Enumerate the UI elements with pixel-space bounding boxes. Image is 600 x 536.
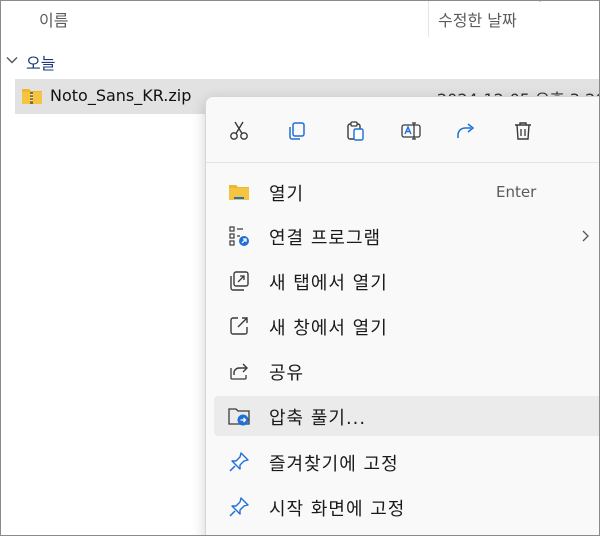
share-icon [228, 360, 250, 382]
paste-icon [347, 121, 364, 141]
menu-item-pin-start[interactable]: 시작 화면에 고정 [214, 487, 599, 527]
menu-item-label: 압축 풀기... [269, 408, 367, 429]
delete-button[interactable] [507, 115, 539, 147]
menu-item-pin-quick-access[interactable]: 즐겨찾기에 고정 [214, 442, 599, 482]
menu-item-label: 즐겨찾기에 고정 [269, 454, 399, 475]
menu-item-share[interactable]: 공유 [214, 351, 599, 391]
zip-folder-icon [22, 89, 42, 104]
file-name: Noto_Sans_KR.zip [50, 86, 192, 105]
chevron-right-icon [582, 230, 589, 242]
file-explorer-window: 이름 수정한 날짜 오늘 Noto_Sans_KR.zip 2024-12-05… [0, 0, 600, 536]
menu-item-shortcut: Enter [496, 183, 537, 201]
new-window-icon [228, 315, 250, 337]
menu-item-label: 시작 화면에 고정 [269, 499, 406, 520]
rename-button[interactable] [395, 115, 427, 147]
menu-item-open-new-window[interactable]: 새 창에서 열기 [214, 306, 599, 346]
context-menu-toolbar [206, 97, 599, 161]
menu-item-label: 공유 [269, 363, 305, 384]
sort-descending-icon [539, 1, 541, 2]
pin-icon [228, 496, 250, 518]
share-icon [457, 123, 475, 138]
delete-icon [515, 122, 531, 140]
menu-divider [206, 162, 599, 163]
share-button[interactable] [450, 115, 482, 147]
paste-button[interactable] [339, 115, 371, 147]
extract-icon [228, 405, 250, 427]
new-tab-icon [228, 270, 250, 292]
open-with-icon [228, 225, 250, 247]
chevron-down-icon [6, 57, 18, 64]
menu-item-label: 열기 [269, 184, 305, 205]
group-label: 오늘 [26, 54, 56, 73]
menu-item-label: 연결 프로그램 [269, 228, 382, 249]
column-separator[interactable] [428, 1, 429, 37]
column-header-row: 이름 수정한 날짜 [1, 1, 599, 37]
name-column-header[interactable]: 이름 [39, 7, 68, 31]
menu-item-label: 새 창에서 열기 [269, 318, 388, 339]
rename-icon [401, 122, 421, 140]
copy-button[interactable] [281, 115, 313, 147]
menu-item-open-with[interactable]: 연결 프로그램 [214, 216, 599, 256]
date-column-header[interactable]: 수정한 날짜 [438, 7, 517, 31]
group-header-today[interactable]: 오늘 [1, 47, 599, 75]
menu-item-open-new-tab[interactable]: 새 탭에서 열기 [214, 261, 599, 301]
copy-icon [289, 122, 305, 140]
cut-button[interactable] [223, 115, 255, 147]
context-menu: 열기 Enter 연결 프로그램 새 탭에서 열기 새 창에서 열기 공유 압축… [205, 96, 599, 535]
pin-icon [228, 451, 250, 473]
menu-item-label: 새 탭에서 열기 [269, 273, 388, 294]
cut-icon [230, 121, 248, 140]
folder-icon [228, 181, 250, 203]
menu-item-open[interactable]: 열기 Enter [214, 172, 599, 212]
menu-item-extract-all[interactable]: 압축 풀기... [214, 396, 599, 436]
